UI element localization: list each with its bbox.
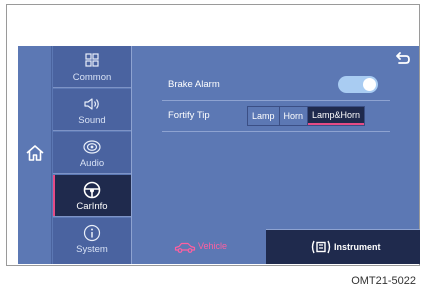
nav-label-common: Common (72, 72, 112, 83)
head-unit-screen: Common Sound Audio CarInfo System Brake … (18, 46, 420, 264)
nav-label-sound: Sound (78, 115, 106, 126)
instrument-icon (311, 240, 331, 254)
fortify-tip-label: Fortify Tip (168, 110, 210, 121)
car-icon (174, 242, 196, 253)
nav-item-system[interactable]: System (53, 218, 131, 264)
steering-wheel-icon (83, 181, 101, 199)
nav-label-system: System (76, 244, 108, 255)
tab-instrument-label: Instrument (334, 242, 381, 252)
brake-alarm-label: Brake Alarm (168, 79, 220, 90)
tab-instrument[interactable]: Instrument (266, 229, 420, 264)
nav-item-carinfo[interactable]: CarInfo (53, 175, 131, 217)
fortify-option-horn[interactable]: Horn (279, 107, 309, 125)
home-column (18, 46, 52, 264)
nav-item-audio[interactable]: Audio (53, 132, 131, 174)
info-icon (83, 224, 101, 242)
nav-item-common[interactable]: Common (53, 46, 131, 88)
nav-label-audio: Audio (79, 158, 105, 169)
fortify-option-lamp[interactable]: Lamp (248, 107, 280, 125)
speaker-icon (84, 98, 99, 110)
carinfo-panel: Brake Alarm Fortify Tip Lamp Horn Lamp&H… (131, 46, 420, 264)
row-divider (162, 100, 390, 101)
figure-caption: OMT21-5022 (351, 275, 416, 287)
fortify-option-lamp-horn[interactable]: Lamp&Horn (308, 107, 365, 125)
tab-vehicle[interactable]: Vehicle (132, 229, 266, 264)
row-divider (162, 131, 390, 132)
grid-icon (85, 53, 99, 67)
settings-nav: Common Sound Audio CarInfo System (53, 46, 131, 264)
back-icon[interactable] (395, 51, 411, 65)
nav-label-carinfo: CarInfo (76, 201, 108, 212)
home-icon[interactable] (25, 143, 45, 163)
toggle-knob (363, 78, 376, 91)
fortify-tip-selector: Lamp Horn Lamp&Horn (247, 106, 366, 126)
nav-item-sound[interactable]: Sound (53, 89, 131, 131)
brake-alarm-toggle[interactable] (338, 76, 378, 93)
disc-icon (83, 140, 101, 154)
tab-vehicle-label: Vehicle (198, 241, 228, 251)
